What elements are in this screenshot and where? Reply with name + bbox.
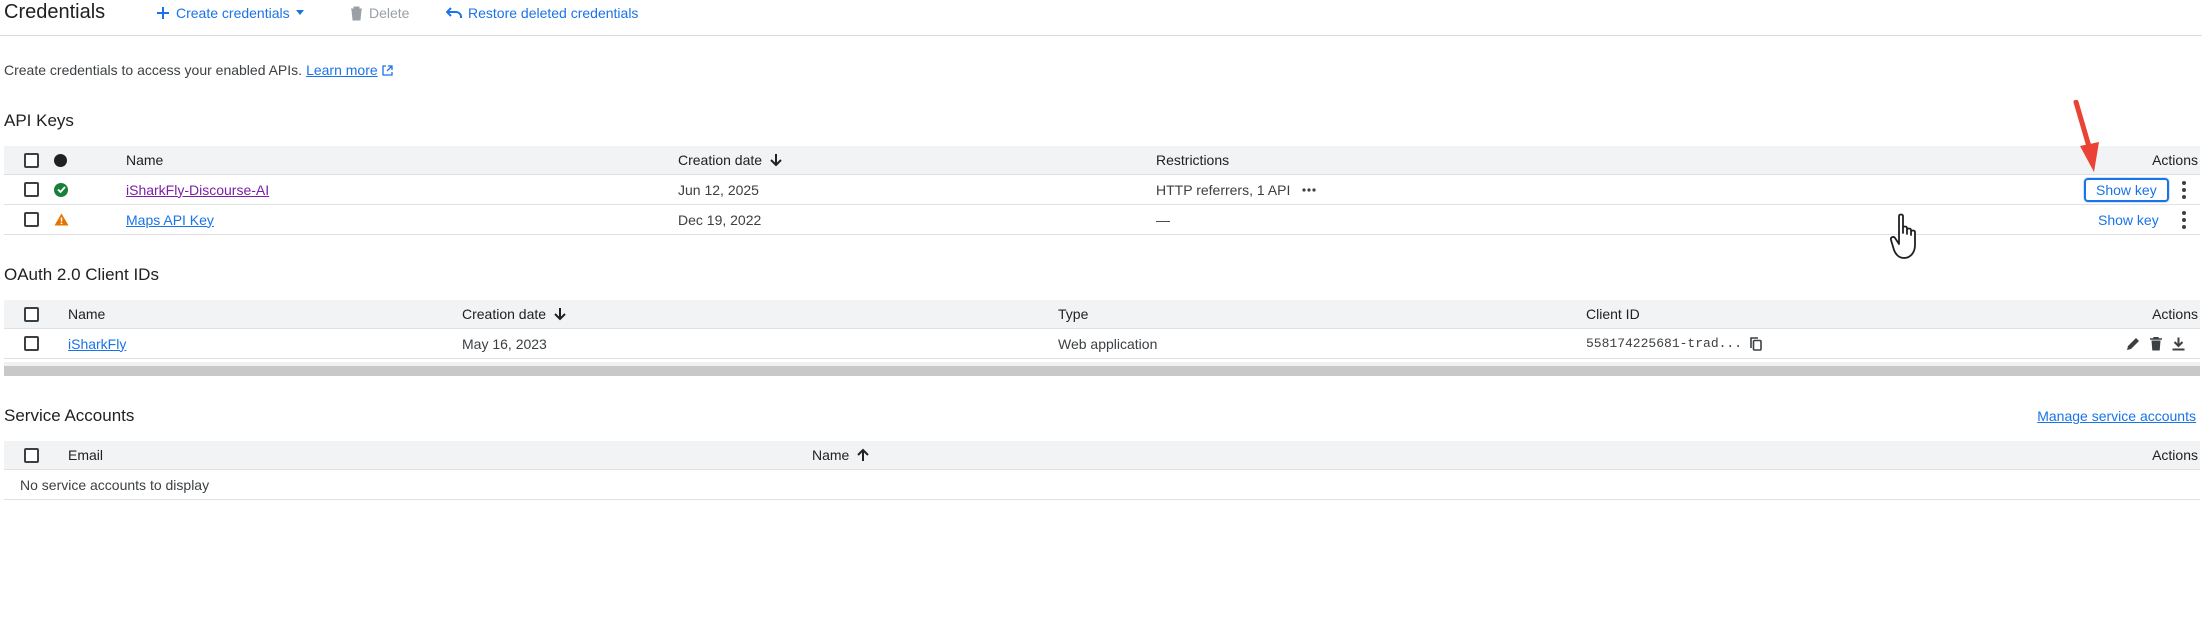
arrow-up-icon (857, 448, 870, 461)
toolbar: Credentials Create credentials Delete Re… (0, 0, 2202, 36)
show-key-button[interactable]: Show key (2084, 177, 2169, 202)
select-all-checkbox[interactable] (24, 306, 39, 322)
column-creation-date[interactable]: Creation date (678, 146, 782, 174)
column-creation-date[interactable]: Creation date (462, 300, 566, 328)
trash-icon (351, 6, 362, 20)
api-keys-table: Name Creation date Restrictions Actions … (4, 146, 2200, 235)
column-type: Type (1058, 306, 1089, 322)
arrow-down-icon (554, 308, 566, 321)
trash-icon[interactable] (2150, 336, 2162, 351)
intro-description: Create credentials to access your enable… (4, 62, 303, 78)
creation-date: Dec 19, 2022 (678, 211, 762, 228)
page-title: Credentials (4, 1, 106, 23)
table-row: Maps API Key Dec 19, 2022 — Show key (4, 205, 2200, 235)
column-actions: Actions (2152, 306, 2198, 322)
horizontal-scrollbar[interactable] (4, 366, 2200, 376)
copy-icon[interactable] (1750, 336, 1762, 351)
column-actions: Actions (2152, 152, 2198, 168)
table-row: iSharkFly May 16, 2023 Web application 5… (4, 329, 2200, 359)
api-key-name-link[interactable]: iSharkFly-Discourse-AI (126, 182, 269, 198)
oauth-title: OAuth 2.0 Client IDs (4, 265, 159, 284)
create-credentials-button[interactable]: Create credentials (156, 3, 304, 23)
external-link-icon (382, 64, 393, 76)
oauth-client-name-link[interactable]: iSharkFly (68, 336, 126, 352)
restore-deleted-label: Restore deleted credentials (468, 5, 639, 21)
column-restrictions: Restrictions (1156, 152, 1230, 168)
empty-row: No service accounts to display (4, 470, 2200, 500)
show-key-button[interactable]: Show key (2098, 212, 2159, 228)
arrow-down-icon (770, 154, 782, 167)
caret-down-icon (295, 10, 304, 15)
creation-date: Jun 12, 2025 (678, 181, 759, 198)
api-keys-header-row: Name Creation date Restrictions Actions (4, 146, 2200, 175)
client-id: 558174225681-trad... (1586, 329, 1762, 358)
hand-cursor-icon (1890, 213, 1916, 259)
column-name[interactable]: Name (126, 146, 163, 174)
table-row: iSharkFly-Discourse-AI Jun 12, 2025 HTTP… (4, 175, 2200, 205)
undo-icon (446, 7, 462, 18)
download-icon[interactable] (2172, 337, 2185, 351)
select-all-checkbox[interactable] (24, 152, 39, 168)
row-checkbox[interactable] (24, 336, 39, 351)
column-creation-date-label: Creation date (462, 306, 547, 322)
select-all-checkbox[interactable] (24, 447, 39, 463)
status-header-icon (54, 153, 67, 167)
empty-state-text: No service accounts to display (20, 476, 210, 493)
creation-date: May 16, 2023 (462, 335, 547, 352)
restrictions-text: HTTP referrers, 1 API (1156, 181, 1291, 198)
restore-deleted-button[interactable]: Restore deleted credentials (446, 3, 638, 23)
plus-icon (157, 7, 169, 19)
row-checkbox[interactable] (24, 212, 39, 227)
oauth-header-row: Name Creation date Type Client ID Action… (4, 300, 2200, 329)
column-name-label: Name (812, 447, 850, 463)
row-checkbox[interactable] (24, 182, 39, 197)
service-accounts-title: Service Accounts (4, 406, 135, 425)
service-accounts-header-row: Email Name Actions (4, 441, 2200, 470)
oauth-table: Name Creation date Type Client ID Action… (4, 300, 2200, 359)
warning-icon (54, 213, 69, 226)
learn-more-link[interactable]: Learn more (306, 62, 378, 78)
column-name[interactable]: Name (812, 441, 870, 469)
more-horiz-icon[interactable] (1302, 187, 1316, 192)
column-client-id: Client ID (1586, 306, 1640, 322)
client-type: Web application (1058, 335, 1158, 352)
more-vert-icon[interactable] (2178, 180, 2190, 199)
restrictions: HTTP referrers, 1 API (1156, 175, 1316, 204)
api-keys-title: API Keys (4, 111, 74, 130)
intro-text: Create credentials to access your enable… (4, 62, 393, 78)
edit-icon[interactable] (2126, 337, 2140, 351)
restrictions-text: — (1156, 211, 1170, 228)
check-circle-icon (54, 182, 68, 197)
column-actions: Actions (2152, 447, 2198, 463)
more-vert-icon[interactable] (2178, 210, 2190, 229)
delete-button[interactable]: Delete (350, 3, 409, 23)
delete-label: Delete (369, 5, 410, 21)
annotation-arrow-icon (2073, 100, 2099, 172)
column-creation-date-label: Creation date (678, 152, 763, 168)
api-key-name-link[interactable]: Maps API Key (126, 212, 214, 228)
row-actions (2126, 329, 2185, 358)
column-name[interactable]: Name (68, 300, 105, 328)
service-accounts-table: Email Name Actions No service accounts t… (4, 441, 2200, 500)
column-email: Email (68, 447, 104, 463)
create-credentials-label: Create credentials (176, 5, 290, 21)
manage-service-accounts-link[interactable]: Manage service accounts (2037, 408, 2196, 424)
client-id-text: 558174225681-trad... (1586, 336, 1743, 351)
